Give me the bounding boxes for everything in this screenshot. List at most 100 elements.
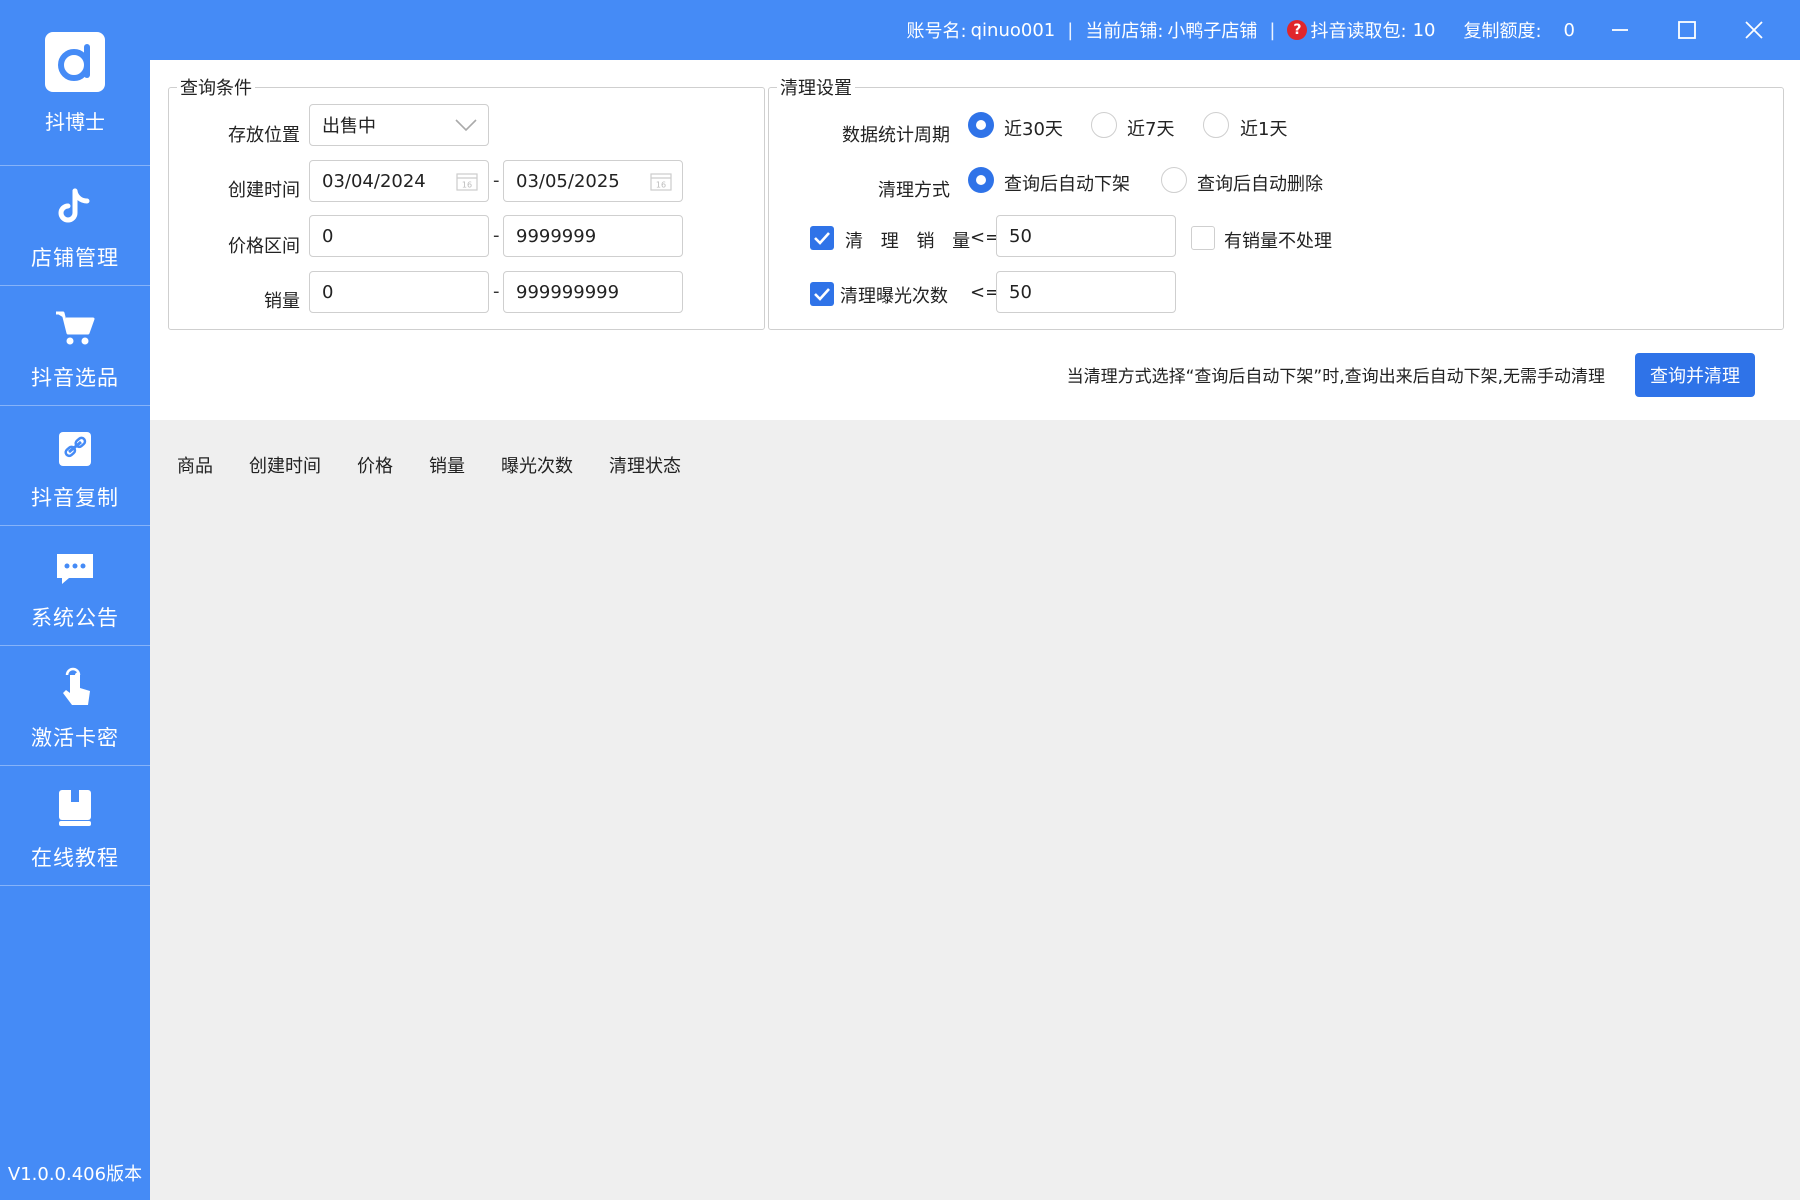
- hand-pointer-icon: [53, 666, 97, 710]
- sidebar-item-shop-management[interactable]: 店铺管理: [0, 166, 150, 286]
- created-to-value: 03/05/2025: [516, 170, 620, 192]
- column-header-price[interactable]: 价格: [357, 452, 393, 478]
- cleanup-note: 当清理方式选择“查询后自动下架”时,查询出来后自动下架,无需手动清理: [1066, 367, 1605, 387]
- sales-min-input[interactable]: 0: [309, 271, 489, 313]
- clean-exposure-checkbox[interactable]: [810, 282, 834, 306]
- clean-exposure-label: 清理曝光次数: [840, 286, 948, 307]
- shop-value: 小鸭子店铺: [1167, 21, 1258, 42]
- method-radio-auto-delist[interactable]: [968, 167, 994, 193]
- filter-panel: 查询条件 存放位置 出售中 创建时间 03/04/2024 16 - 03/05…: [150, 60, 1800, 420]
- created-to-date-input[interactable]: 03/05/2025 16: [503, 160, 683, 202]
- checkmark-icon: [814, 232, 830, 245]
- price-max-input[interactable]: 9999999: [503, 215, 683, 257]
- shop-label: 当前店铺:: [1085, 21, 1164, 42]
- date-range-dash: -: [493, 170, 500, 191]
- period-option-1d: 近1天: [1240, 119, 1288, 140]
- copy-quota-value: 0: [1563, 19, 1575, 41]
- title-bar: 账号名: qinuo001 | 当前店铺: 小鸭子店铺 | ? 抖音读取包: 1…: [150, 0, 1800, 60]
- sales-range-dash: -: [493, 281, 500, 302]
- sidebar-item-label: 系统公告: [31, 606, 119, 630]
- period-label: 数据统计周期: [842, 125, 950, 146]
- sales-threshold-input[interactable]: 50: [996, 215, 1176, 257]
- sales-max-input[interactable]: 999999999: [503, 271, 683, 313]
- sidebar-item-label: 店铺管理: [31, 246, 119, 270]
- period-radio-1d[interactable]: [1203, 112, 1229, 138]
- storage-label: 存放位置: [228, 125, 300, 146]
- skip-with-sales-checkbox[interactable]: [1191, 226, 1215, 250]
- results-table-header: 商品 创建时间 价格 销量 曝光次数 清理状态: [150, 420, 1800, 485]
- sidebar-item-product-selection[interactable]: 抖音选品: [0, 286, 150, 406]
- sidebar-item-label: 在线教程: [31, 846, 119, 870]
- method-option-auto-delist: 查询后自动下架: [1004, 174, 1130, 195]
- column-header-exposure[interactable]: 曝光次数: [501, 452, 573, 478]
- close-icon: [1745, 21, 1763, 39]
- clean-sales-checkbox[interactable]: [810, 226, 834, 250]
- calendar-icon: 16: [456, 173, 478, 191]
- separator: |: [1067, 19, 1074, 41]
- period-option-30d: 近30天: [1004, 119, 1063, 140]
- storage-select[interactable]: 出售中: [309, 104, 489, 146]
- version-label: V1.0.0.406版本: [7, 1164, 143, 1185]
- sidebar-item-tutorials[interactable]: 在线教程: [0, 766, 150, 886]
- query-conditions-title: 查询条件: [180, 78, 252, 99]
- sidebar-item-label: 激活卡密: [31, 726, 119, 750]
- price-max-value: 9999999: [516, 225, 597, 247]
- app-window: 抖博士 店铺管理 抖音选品 抖音复制 系统公告 激活卡密 在线教程 V1.0.0…: [0, 0, 1800, 1200]
- logo-block: 抖博士: [0, 0, 150, 166]
- account-label: 账号名:: [906, 21, 967, 42]
- sidebar-item-label: 抖音选品: [31, 366, 119, 390]
- method-label: 清理方式: [878, 180, 950, 201]
- period-radio-7d[interactable]: [1091, 112, 1117, 138]
- column-header-sales[interactable]: 销量: [429, 452, 465, 478]
- svg-text:16: 16: [462, 181, 472, 190]
- account-value: qinuo001: [970, 19, 1056, 41]
- app-name: 抖博士: [45, 110, 105, 134]
- period-radio-30d[interactable]: [968, 112, 994, 138]
- column-header-created-time[interactable]: 创建时间: [249, 452, 321, 478]
- copy-quota-label: 复制额度:: [1463, 21, 1542, 42]
- sidebar-item-douyin-copy[interactable]: 抖音复制: [0, 406, 150, 526]
- sales-max-value: 999999999: [516, 281, 620, 303]
- cart-icon: [53, 306, 97, 350]
- query-and-clean-button[interactable]: 查询并清理: [1635, 353, 1755, 397]
- cleanup-settings-title: 清理设置: [780, 78, 852, 99]
- svg-text:16: 16: [656, 181, 666, 190]
- sidebar-item-announcements[interactable]: 系统公告: [0, 526, 150, 646]
- minimize-icon: [1612, 29, 1628, 31]
- message-icon: [53, 546, 97, 590]
- price-range-label: 价格区间: [228, 236, 300, 257]
- method-radio-auto-delete[interactable]: [1161, 167, 1187, 193]
- clean-sales-label: 清 理 销 量: [845, 231, 977, 252]
- skip-with-sales-label: 有销量不处理: [1224, 231, 1332, 252]
- storage-select-value: 出售中: [322, 116, 376, 137]
- exposure-threshold-value: 50: [1009, 281, 1032, 303]
- help-icon[interactable]: ?: [1287, 20, 1308, 40]
- price-min-input[interactable]: 0: [309, 215, 489, 257]
- column-header-product[interactable]: 商品: [177, 452, 213, 478]
- link-icon: [53, 426, 97, 470]
- sidebar: 抖博士 店铺管理 抖音选品 抖音复制 系统公告 激活卡密 在线教程 V1.0.0…: [0, 0, 150, 1200]
- sales-min-value: 0: [322, 281, 334, 303]
- minimize-button[interactable]: [1590, 0, 1650, 60]
- close-button[interactable]: [1724, 0, 1784, 60]
- checkmark-icon: [814, 288, 830, 301]
- sales-label: 销量: [264, 291, 300, 312]
- app-logo-icon: [45, 32, 105, 92]
- sidebar-item-label: 抖音复制: [31, 486, 119, 510]
- separator: |: [1269, 19, 1276, 41]
- sales-threshold-value: 50: [1009, 225, 1032, 247]
- price-min-value: 0: [322, 225, 334, 247]
- read-pack-label: 抖音读取包:: [1310, 21, 1407, 42]
- price-range-dash: -: [493, 225, 500, 246]
- created-from-date-input[interactable]: 03/04/2024 16: [309, 160, 489, 202]
- maximize-button[interactable]: [1657, 0, 1717, 60]
- tiktok-icon: [53, 186, 97, 230]
- method-option-auto-delete: 查询后自动删除: [1197, 174, 1323, 195]
- period-option-7d: 近7天: [1127, 119, 1175, 140]
- maximize-icon: [1678, 21, 1696, 39]
- read-pack-value: 10: [1412, 19, 1436, 41]
- column-header-clean-status[interactable]: 清理状态: [609, 452, 681, 478]
- sidebar-item-activate-key[interactable]: 激活卡密: [0, 646, 150, 766]
- exposure-threshold-input[interactable]: 50: [996, 271, 1176, 313]
- created-time-label: 创建时间: [228, 180, 300, 201]
